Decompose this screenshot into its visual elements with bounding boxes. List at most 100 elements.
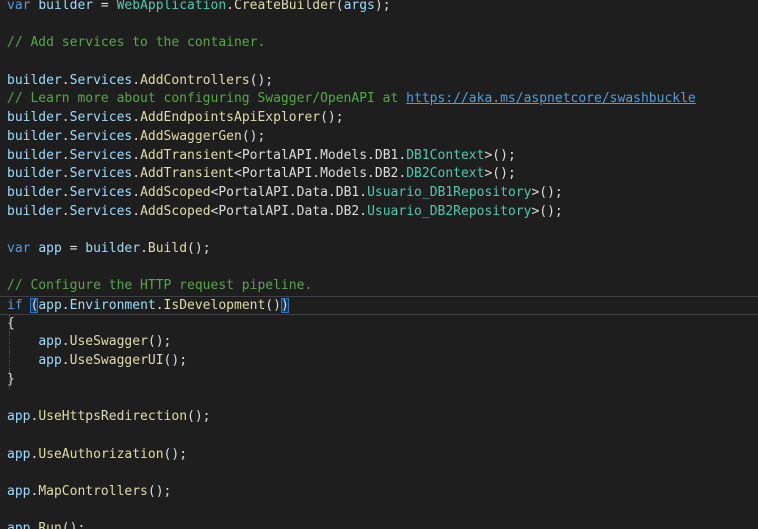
code-token: app [7,409,31,425]
code-token: UseSwagger [69,334,148,350]
code-token: . [61,147,70,163]
code-token: Services [69,184,133,200]
code-token: . [61,128,70,144]
code-token: >(); [484,147,516,163]
code-token: (); [187,240,211,256]
code-line[interactable] [0,464,758,483]
code-token: . [61,184,70,200]
code-token: . [61,72,70,88]
code-line[interactable]: builder.Services.AddControllers(); [0,72,758,91]
code-line[interactable]: builder.Services.AddTransient<PortalAPI.… [0,165,758,184]
code-token: (); [147,483,172,499]
code-token: args [343,0,375,13]
code-token: Usuario_DB1Repository [367,184,532,200]
code-token: Run [38,521,62,529]
code-token: (); [147,334,172,350]
code-token: app [38,240,62,256]
code-token: MapControllers [38,483,148,499]
code-token: // Learn more about configuring Swagger/… [7,91,407,107]
code-token: (); [241,128,266,144]
code-token: Services [69,166,133,182]
code-line[interactable]: // Add services to the container. [0,34,758,53]
code-line[interactable]: app.Run(); [0,520,758,529]
code-line[interactable]: { [0,314,758,334]
code-token: <PortalAPI.Models.DB2. [234,166,407,182]
code-token: . [226,0,234,13]
code-token: Services [69,110,133,126]
code-line[interactable]: app.UseSwagger(); [0,333,758,353]
code-token: builder [7,110,62,126]
code-token: = [93,0,117,13]
code-line[interactable]: builder.Services.AddTransient<PortalAPI.… [0,147,758,166]
code-token: CreateBuilder [234,0,336,13]
code-token: AddScoped [140,203,211,219]
code-token: Build [147,240,188,256]
code-token: . [140,240,148,256]
code-token: = [61,240,86,256]
code-token: builder [7,203,62,219]
code-token: . [132,128,141,144]
code-editor[interactable]: var builder = WebApplication.CreateBuild… [0,0,758,529]
code-token: AddTransient [140,147,234,163]
code-token: ( [335,0,344,13]
code-line[interactable]: // Configure the HTTP request pipeline. [0,277,758,296]
code-token: ) [280,298,289,313]
code-token: ); [374,0,391,13]
code-line[interactable] [0,427,758,446]
code-line[interactable] [0,53,758,72]
code-token: . [132,147,141,163]
code-token: . [132,72,141,88]
indent-guide [9,370,10,390]
code-line[interactable] [0,502,758,521]
code-token: . [132,110,141,126]
code-token: >(); [484,166,516,182]
code-line[interactable]: app.UseHttpsRedirection(); [0,408,758,427]
code-token: Services [69,203,133,219]
code-token: (); [163,446,188,462]
code-token: DB2Context [406,166,485,182]
code-token: >(); [531,184,563,200]
code-token: AddTransient [140,166,234,182]
code-line[interactable]: app.MapControllers(); [0,483,758,502]
code-token: builder [7,72,62,88]
code-line[interactable] [0,221,758,240]
code-link[interactable]: https://aka.ms/aspnetcore/swashbuckle [406,91,696,106]
code-lines[interactable]: var builder = WebApplication.CreateBuild… [0,0,758,529]
code-line[interactable]: builder.Services.AddScoped<PortalAPI.Dat… [0,203,758,222]
code-token: builder [7,128,62,144]
code-token: <PortalAPI.Models.DB1. [234,147,407,163]
code-token: AddControllers [140,72,250,88]
code-line[interactable]: app.UseSwaggerUI(); [0,352,758,371]
code-line[interactable]: builder.Services.AddSwaggerGen(); [0,128,758,147]
code-token: builder [7,166,62,182]
indent-guide [9,352,10,371]
code-token: UseHttpsRedirection [38,409,188,425]
code-token: app [38,298,62,313]
code-line[interactable]: builder.Services.AddScoped<PortalAPI.Dat… [0,184,758,203]
code-line[interactable]: var app = builder.Build(); [0,240,758,259]
code-token: DB1Context [406,147,485,163]
code-token: AddScoped [140,184,211,200]
code-token: app [7,446,31,462]
code-token: (); [61,521,86,529]
code-line[interactable]: app.UseAuthorization(); [0,446,758,465]
code-token: . [61,110,70,126]
code-token: (); [320,110,344,126]
code-line[interactable]: builder.Services.AddEndpointsApiExplorer… [0,109,758,128]
code-token: (); [163,353,188,369]
code-token: (); [249,72,274,88]
code-line[interactable] [0,389,758,408]
code-token: app [7,521,31,529]
code-line-current[interactable]: if (app.Environment.IsDevelopment()) [0,296,758,315]
code-token: // Add services to the container. [7,35,266,51]
code-line[interactable]: // Learn more about configuring Swagger/… [0,90,758,109]
code-line[interactable] [0,259,758,278]
indent-guide [9,314,10,334]
code-token: () [265,298,281,313]
code-line[interactable] [0,16,758,35]
code-line[interactable]: } [0,370,758,390]
code-line[interactable]: var builder = WebApplication.CreateBuild… [0,0,758,16]
code-token: UseAuthorization [38,446,164,462]
